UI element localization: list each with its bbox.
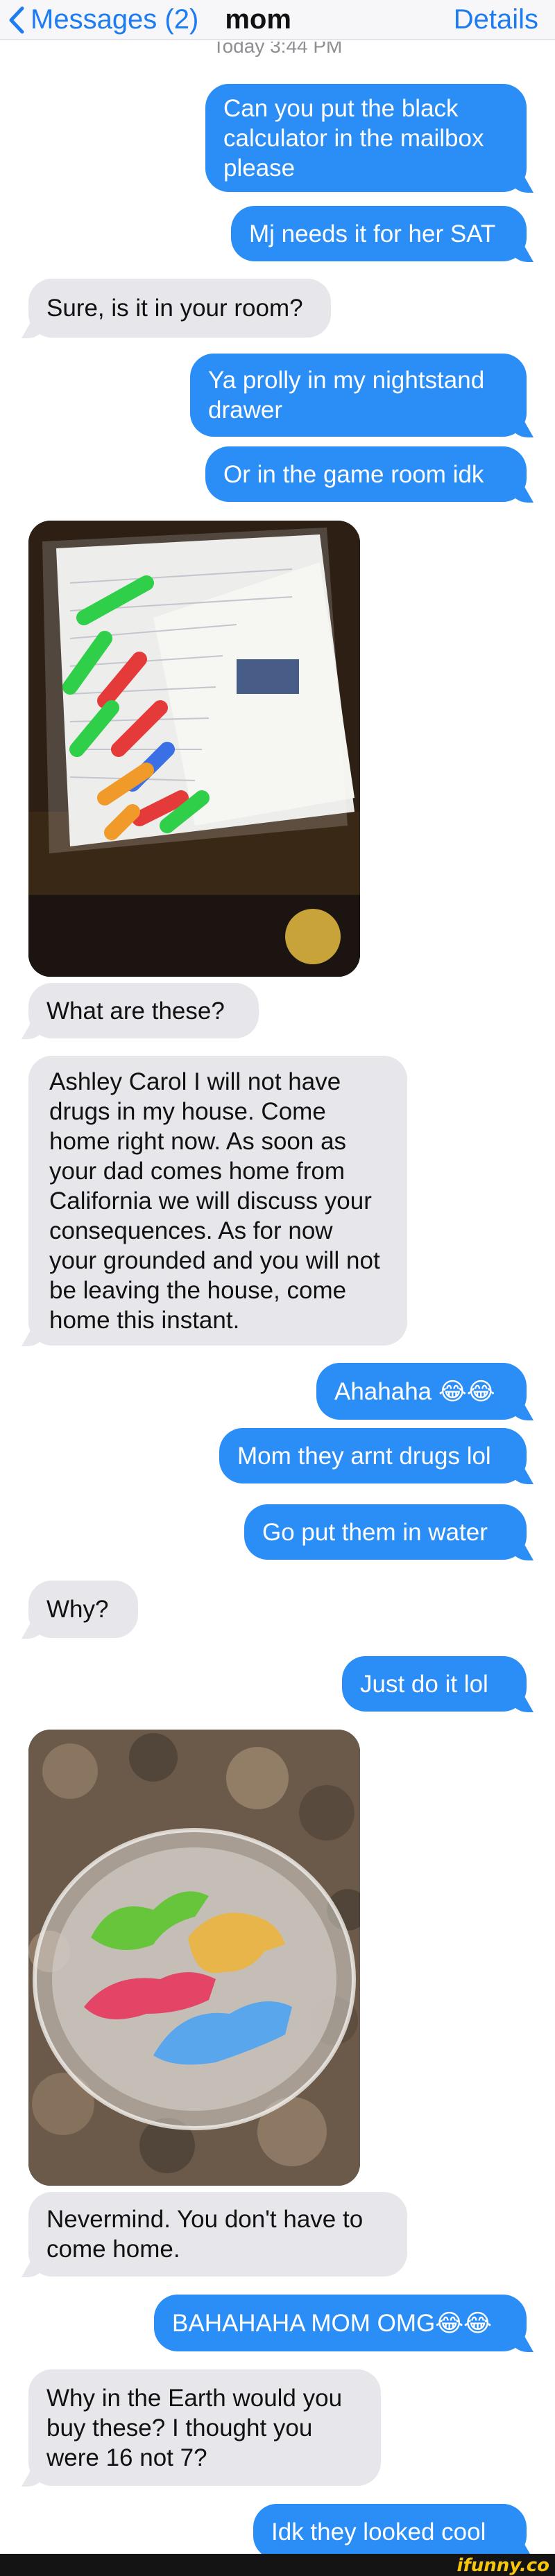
dinosaurs-image bbox=[28, 1730, 360, 2186]
photo-capsules[interactable] bbox=[28, 521, 360, 977]
message-bubble-outgoing[interactable]: BAHAHAHA MOM OMG😂😂 bbox=[154, 2295, 527, 2351]
message-bubble-outgoing[interactable]: Can you put the black calculator in the … bbox=[205, 84, 527, 192]
message-bubble-outgoing[interactable]: Go put them in water bbox=[244, 1504, 527, 1560]
back-button[interactable]: Messages (2) bbox=[8, 4, 198, 35]
watermark: ifunny.co bbox=[456, 2555, 549, 2576]
nav-bar: Messages (2) mom Details bbox=[0, 0, 555, 40]
photo-dinosaurs[interactable] bbox=[28, 1730, 360, 2186]
message-timestamp: Today 3:44 PM bbox=[212, 42, 343, 57]
message-bubble-incoming[interactable]: What are these? bbox=[28, 983, 259, 1038]
message-bubble-outgoing[interactable]: Ya prolly in my nightstand drawer bbox=[190, 354, 527, 437]
message-bubble-outgoing[interactable]: Mj needs it for her SAT bbox=[231, 206, 527, 261]
back-button-label: Messages (2) bbox=[31, 4, 199, 35]
details-button[interactable]: Details bbox=[454, 4, 538, 35]
message-bubble-outgoing[interactable]: Idk they looked cool bbox=[253, 2504, 527, 2559]
capsules-image bbox=[28, 521, 360, 977]
chevron-left-icon bbox=[9, 6, 24, 33]
message-bubble-incoming[interactable]: Sure, is it in your room? bbox=[28, 279, 331, 338]
contact-name: mom bbox=[225, 4, 291, 35]
message-bubble-outgoing[interactable]: Ahahaha 😂😂 bbox=[316, 1363, 527, 1420]
message-bubble-incoming[interactable]: Why? bbox=[28, 1581, 138, 1638]
message-bubble-incoming[interactable]: Ashley Carol I will not have drugs in my… bbox=[28, 1056, 407, 1346]
message-bubble-outgoing[interactable]: Or in the game room idk bbox=[205, 446, 527, 502]
message-bubble-outgoing[interactable]: Just do it lol bbox=[342, 1656, 527, 1712]
message-bubble-outgoing[interactable]: Mom they arnt drugs lol bbox=[219, 1428, 527, 1483]
message-bubble-incoming[interactable]: Nevermind. You don't have to come home. bbox=[28, 2192, 407, 2277]
message-bubble-incoming[interactable]: Why in the Earth would you buy these? I … bbox=[28, 2369, 381, 2486]
